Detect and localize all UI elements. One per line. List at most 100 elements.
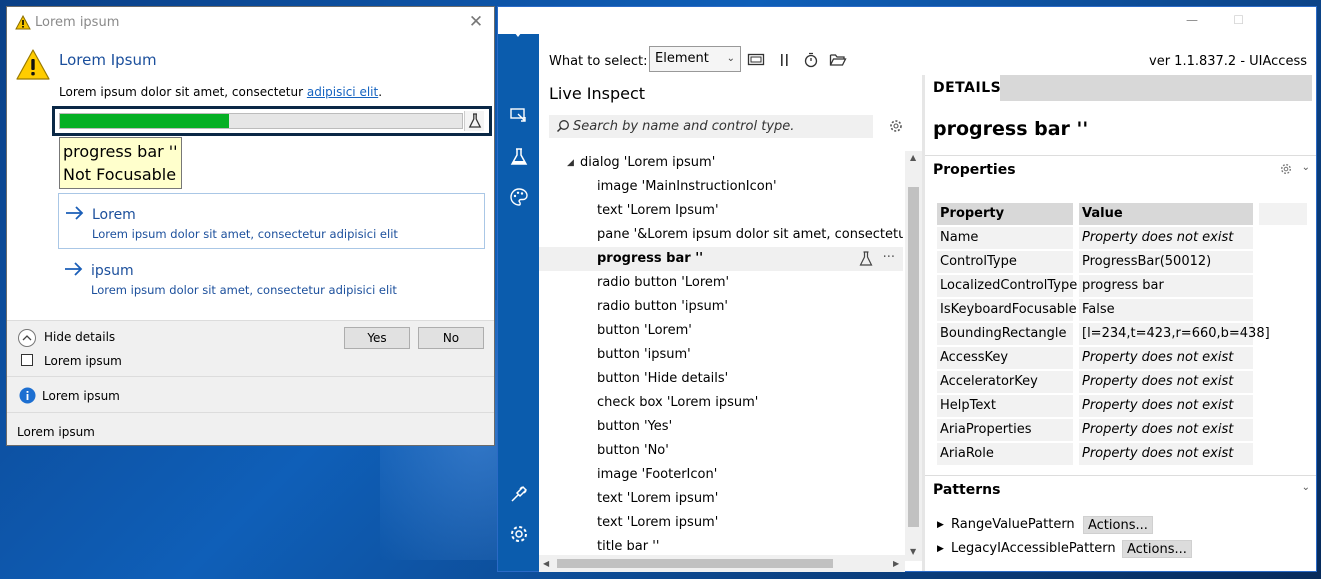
header-filler [1259, 203, 1307, 225]
property-name: Name [937, 227, 1073, 249]
pattern-actions-button[interactable]: Actions... [1083, 516, 1153, 534]
tree-item[interactable]: text 'Lorem ipsum' [539, 487, 903, 511]
inspector-toolbar: What to select: Element ⌄ ver 1.1.837.2 … [539, 34, 1316, 75]
lorem-ipsum-checkbox[interactable] [21, 354, 33, 366]
tree-item[interactable]: image 'MainInstructionIcon' [539, 175, 903, 199]
command-link-ipsum[interactable]: ipsum Lorem ipsum dolor sit amet, consec… [58, 250, 485, 306]
property-value: Property does not exist [1079, 347, 1253, 369]
tree-item[interactable]: ◢ dialog 'Lorem ipsum' [539, 151, 903, 175]
flask-icon[interactable] [464, 111, 484, 131]
tree-item[interactable]: progress bar '' ··· [539, 247, 903, 271]
value-column-header[interactable]: Value [1079, 203, 1253, 225]
settings-gear-icon[interactable] [509, 524, 529, 544]
scrollbar-thumb[interactable] [908, 187, 919, 527]
divider [7, 376, 494, 377]
command-link-lorem[interactable]: Lorem Lorem ipsum dolor sit amet, consec… [58, 193, 485, 249]
tree-item[interactable]: image 'FooterIcon' [539, 463, 903, 487]
content-text: Lorem ipsum dolor sit amet, consectetur … [59, 85, 382, 99]
pattern-actions-button[interactable]: Actions... [1122, 540, 1192, 558]
scroll-right-arrow-icon[interactable]: ▶ [893, 559, 899, 568]
timer-icon[interactable] [802, 52, 820, 68]
property-value: Property does not exist [1079, 443, 1253, 465]
tree-item[interactable]: button 'Yes' [539, 415, 903, 439]
chevron-down-icon[interactable]: ⌄ [1302, 162, 1310, 173]
tree-item[interactable]: button 'No' [539, 439, 903, 463]
element-tree: ◢ dialog 'Lorem ipsum' image 'MainInstruct… [539, 151, 903, 561]
hide-details-button[interactable]: Hide details [44, 330, 115, 344]
tree-item[interactable]: button 'Hide details' [539, 367, 903, 391]
chevron-down-icon: ⌄ [726, 53, 735, 64]
live-inspect-icon[interactable] [509, 106, 529, 126]
tree-vertical-scrollbar[interactable]: ▲ ▼ [905, 151, 922, 561]
what-to-select-dropdown[interactable]: Element ⌄ [649, 46, 741, 72]
tree-item[interactable]: button 'ipsum' [539, 343, 903, 367]
expand-triangle-icon[interactable]: ▶ [937, 539, 944, 559]
property-name: AriaRole [937, 443, 1073, 465]
open-folder-icon[interactable] [829, 52, 847, 68]
tree-item-label: radio button 'Lorem' [597, 275, 730, 290]
minimize-icon[interactable]: — [1186, 13, 1198, 27]
more-options-icon[interactable]: ··· [883, 246, 895, 270]
property-name: BoundingRectangle [937, 323, 1073, 345]
scrollbar-thumb[interactable] [557, 559, 833, 568]
no-button[interactable]: No [418, 327, 484, 349]
version-label: ver 1.1.837.2 - UIAccess [1149, 54, 1307, 69]
tree-item-label: text 'Lorem ipsum' [597, 515, 719, 530]
tree-horizontal-scrollbar[interactable]: ◀ ▶ [539, 555, 905, 572]
tree-item[interactable]: button 'Lorem' [539, 319, 903, 343]
content-link[interactable]: adipisici elit [307, 85, 378, 99]
tab-details[interactable]: DETAILS [925, 75, 1001, 101]
dialog-title: Lorem ipsum [35, 15, 120, 30]
chevron-down-icon[interactable]: ⌄ [1302, 482, 1310, 493]
divider [7, 412, 494, 413]
pause-icon[interactable] [776, 52, 794, 68]
tooltip-focusable: Not Focusable [63, 165, 177, 184]
expand-triangle-icon[interactable]: ▶ [937, 515, 944, 535]
progress-bar-highlight [52, 106, 492, 136]
expander-chevron-up-icon[interactable] [18, 329, 36, 347]
connection-plug-icon[interactable] [509, 484, 529, 504]
tree-item[interactable]: text 'Lorem Ipsum' [539, 199, 903, 223]
tree-item[interactable]: text 'Lorem ipsum' [539, 511, 903, 535]
property-name: ControlType [937, 251, 1073, 273]
arrow-right-icon [64, 261, 84, 281]
live-inspect-title: Live Inspect [549, 84, 646, 103]
scroll-up-arrow-icon[interactable]: ▲ [910, 153, 916, 162]
screenshot-icon[interactable] [747, 52, 765, 68]
tree-item[interactable]: pane '&Lorem ipsum dolor sit amet, conse… [539, 223, 903, 247]
content-text-tail: . [378, 85, 383, 99]
tree-item[interactable]: radio button 'Lorem' [539, 271, 903, 295]
expand-caret-icon[interactable]: ◢ [567, 151, 574, 175]
properties-settings-gear-icon[interactable] [1280, 163, 1292, 179]
tree-search-input[interactable]: Search by name and control type. [549, 115, 873, 138]
tree-item-label: button 'No' [597, 443, 669, 458]
live-inspect-pane: Live Inspect Search by name and control … [539, 75, 922, 572]
maximize-icon[interactable]: ☐ [1233, 13, 1244, 27]
flask-icon[interactable] [509, 147, 529, 167]
tree-settings-gear-icon[interactable] [889, 119, 903, 137]
yes-button[interactable]: Yes [344, 327, 410, 349]
property-name: AcceleratorKey [937, 371, 1073, 393]
search-placeholder: Search by name and control type. [573, 119, 795, 134]
tree-item-label: button 'ipsum' [597, 347, 691, 362]
task-dialog: Lorem ipsum ✕ Lorem Ipsum Lorem ipsum do… [6, 6, 495, 446]
command-link-description: Lorem ipsum dolor sit amet, consectetur … [92, 227, 398, 241]
property-name: AccessKey [937, 347, 1073, 369]
color-palette-icon[interactable] [509, 187, 529, 207]
tree-item[interactable]: radio button 'ipsum' [539, 295, 903, 319]
inspector-window: — ☐ What to select: Element ⌄ ver 1.1.83… [497, 6, 1317, 572]
patterns-section-header[interactable]: Patterns ⌄ [925, 475, 1316, 503]
scroll-down-arrow-icon[interactable]: ▼ [910, 547, 916, 556]
property-column-header[interactable]: Property [937, 203, 1073, 225]
tree-item-label: dialog 'Lorem ipsum' [580, 155, 716, 170]
dialog-titlebar: Lorem ipsum ✕ [7, 7, 494, 39]
tree-item-label: image 'FooterIcon' [597, 467, 718, 482]
footnote-text: Lorem ipsum [17, 425, 95, 439]
close-icon[interactable]: ✕ [466, 11, 486, 33]
tooltip-name: progress bar '' [63, 142, 178, 161]
properties-label: Properties [933, 162, 1016, 178]
app-logo-icon [508, 28, 528, 42]
tree-item[interactable]: check box 'Lorem ipsum' [539, 391, 903, 415]
scroll-left-arrow-icon[interactable]: ◀ [543, 559, 549, 568]
properties-section-header[interactable]: Properties ⌄ [925, 155, 1316, 183]
